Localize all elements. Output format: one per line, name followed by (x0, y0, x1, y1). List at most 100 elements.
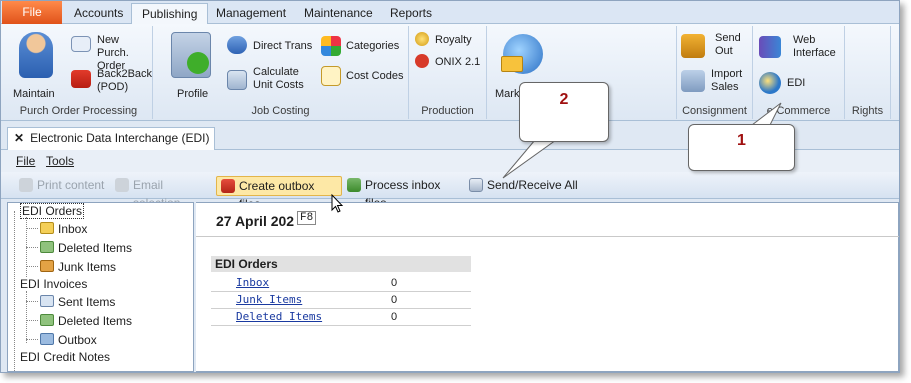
junk-folder-icon (40, 260, 54, 272)
inbox-folder-icon (40, 222, 54, 234)
calculate-unit-costs-button[interactable]: Calculate Unit Costs (227, 66, 317, 96)
close-icon[interactable]: ✕ (14, 131, 24, 145)
divider (196, 236, 899, 237)
print-content-button[interactable]: Print content (15, 176, 111, 196)
document-icon (71, 36, 91, 52)
direct-trans-button[interactable]: Direct Trans (227, 36, 317, 56)
tree-item-edi-credit-notes[interactable]: EDI Credit Notes (20, 349, 110, 365)
import-icon (681, 70, 705, 92)
link-junk-items[interactable]: Junk Items (236, 292, 302, 308)
tree-item-edi-orders[interactable]: EDI Orders (20, 203, 85, 219)
table-row: Inbox 0 (211, 275, 471, 292)
count-junk-items: 0 (391, 294, 398, 306)
send-out-button[interactable]: Send Out (681, 32, 751, 62)
tab-maintenance[interactable]: Maintenance (294, 3, 383, 24)
printer-icon (19, 178, 33, 192)
group-purch-order-processing: Maintain New Purch. Order Back2Back (POD… (5, 26, 153, 119)
email-selection-button[interactable]: Email selection (111, 176, 213, 210)
section-title-edi-orders: EDI Orders (211, 256, 471, 272)
send-out-label: Send Out (715, 32, 741, 57)
tree-item-invoices-sent[interactable]: Sent Items (40, 294, 115, 310)
callout-number-2: 2 (559, 91, 569, 108)
onix-icon (415, 54, 429, 68)
back2back-button[interactable]: Back2Back (POD) (69, 66, 153, 96)
categories-icon (321, 36, 341, 56)
profile-label: Profile (177, 88, 209, 100)
royalty-label: Royalty (435, 34, 472, 46)
group-label-rights: Rights (851, 105, 884, 117)
edi-folder-tree: EDI Orders Inbox Deleted Items Junk Item… (7, 202, 194, 372)
group-label-costing: Job Costing (251, 105, 310, 117)
group-consignment: Send Out Import Sales Consignment (677, 26, 753, 119)
link-deleted-items[interactable]: Deleted Items (236, 309, 322, 325)
tab-management[interactable]: Management (206, 3, 296, 24)
cost-codes-label: Cost Codes (346, 70, 404, 82)
tab-file[interactable]: File (2, 1, 62, 24)
new-purch-order-button[interactable]: New Purch. Order (69, 32, 151, 72)
recycle-bin-icon (40, 241, 54, 253)
royalty-button[interactable]: Royalty (415, 32, 483, 50)
tab-publishing[interactable]: Publishing (131, 3, 209, 25)
inbox-process-icon (347, 178, 361, 192)
group-production: Royalty ONIX 2.1 Production (409, 26, 487, 119)
group-label-consignment: Consignment (682, 105, 747, 117)
tree-item-invoices-outbox[interactable]: Outbox (40, 332, 97, 348)
page-date: 27 April 202 (216, 213, 295, 229)
menu-file[interactable]: File (16, 154, 35, 168)
group-job-costing: Profile Direct Trans Calculate Unit Cost… (153, 26, 409, 119)
group-ecommerce: Web Interface EDI e-Commerce (753, 26, 845, 119)
print-content-label: Print content (37, 178, 105, 192)
email-icon (115, 178, 129, 192)
edi-button[interactable]: EDI (759, 72, 843, 94)
code-list-icon (321, 66, 341, 86)
application-window: File Accounts Publishing Management Main… (0, 0, 900, 373)
count-deleted-items: 0 (391, 311, 398, 323)
cost-codes-button[interactable]: Cost Codes (321, 66, 407, 86)
key-hint-badge: F8 (297, 211, 317, 225)
tab-reports[interactable]: Reports (380, 3, 442, 24)
send-receive-all-button[interactable]: Send/Receive All (465, 176, 579, 196)
create-outbox-files-button[interactable]: Create outbox files (216, 176, 342, 211)
tree-item-edi-invoices[interactable]: EDI Invoices (20, 276, 87, 292)
mouse-cursor-icon (331, 194, 344, 213)
group-label-production: Production (421, 105, 474, 117)
maintain-label: Maintain (13, 88, 55, 100)
outbox-folder-icon (40, 333, 54, 345)
menu-tools[interactable]: Tools (46, 154, 74, 168)
tree-item-orders-junk[interactable]: Junk Items (40, 259, 116, 275)
process-inbox-files-button[interactable]: Process inbox files (343, 176, 465, 210)
marketing-label: Mark (495, 88, 520, 100)
coins-icon (415, 32, 429, 46)
send-receive-icon (469, 178, 483, 192)
web-interface-button[interactable]: Web Interface (759, 34, 843, 64)
ribbon-tab-bar: File Accounts Publishing Management Main… (1, 1, 899, 25)
check-mark-icon (187, 52, 209, 74)
recycle-bin-icon (40, 314, 54, 326)
group-label-ecommerce: e-Commerce (766, 105, 831, 117)
tree-item-orders-deleted[interactable]: Deleted Items (40, 240, 132, 256)
tab-edi-document[interactable]: ✕ Electronic Data Interchange (EDI) (7, 127, 215, 150)
profile-button[interactable]: Profile (163, 30, 219, 100)
categories-label: Categories (346, 40, 400, 52)
categories-button[interactable]: Categories (321, 36, 407, 56)
sent-items-icon (40, 295, 54, 307)
person-icon (19, 32, 53, 78)
link-inbox[interactable]: Inbox (236, 275, 269, 291)
tab-accounts[interactable]: Accounts (64, 3, 133, 24)
tree-item-invoices-deleted[interactable]: Deleted Items (40, 313, 132, 329)
onix-button[interactable]: ONIX 2.1 (415, 54, 483, 72)
maintain-button[interactable]: Maintain (9, 30, 65, 100)
onix-label: ONIX 2.1 (435, 56, 481, 68)
web-interface-label: Web Interface (793, 34, 836, 59)
back2back-label: Back2Back (POD) (97, 68, 153, 93)
server-icon (759, 36, 781, 58)
tree-item-orders-inbox[interactable]: Inbox (40, 221, 87, 237)
table-row: Junk Items 0 (211, 292, 471, 309)
import-sales-button[interactable]: Import Sales (681, 68, 751, 98)
count-inbox: 0 (391, 277, 398, 289)
send-receive-all-label: Send/Receive All (487, 178, 578, 192)
content-panel: 27 April 202 F8 EDI Orders Inbox 0 Junk … (196, 202, 899, 372)
globe-icon (759, 72, 781, 94)
forklift-icon (681, 34, 705, 58)
import-sales-label: Import Sales (711, 68, 743, 93)
